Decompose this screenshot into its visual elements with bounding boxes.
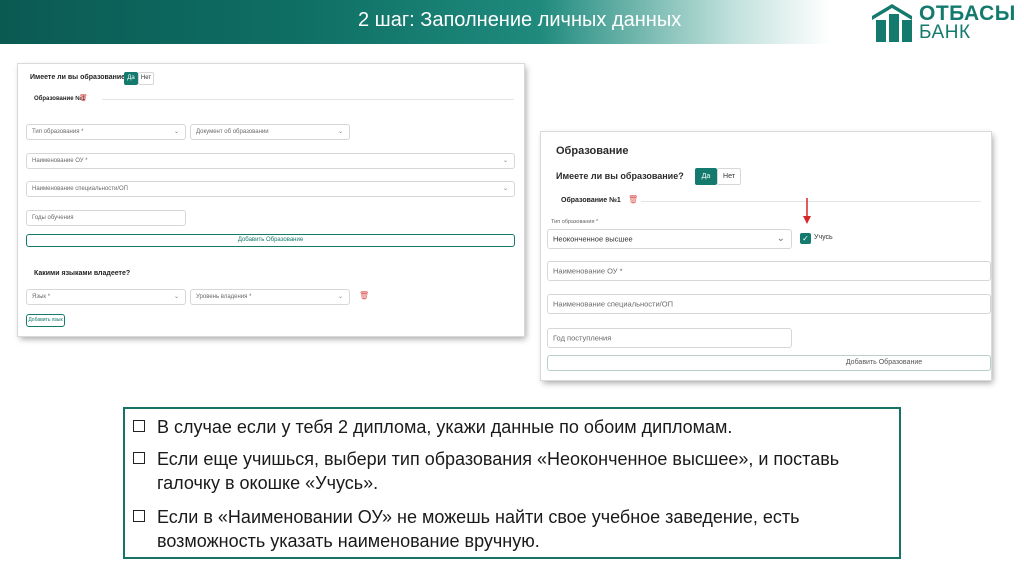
info-bullet-text: Если в «Наименовании ОУ» не можешь найти… [157, 507, 800, 551]
studying-label: Учусь [814, 234, 833, 241]
education-yes-button[interactable]: Да [124, 72, 138, 85]
education-type-select[interactable]: Неоконченное высшее ⌄ [547, 229, 792, 249]
education-no-button[interactable]: Нет [717, 168, 741, 185]
logo-mark-icon [872, 4, 912, 42]
info-bullet-text: Если еще учишься, выбери тип образования… [157, 449, 840, 493]
delete-icon[interactable]: 🗑 [628, 195, 638, 204]
info-bullet: Если в «Наименовании ОУ» не можешь найти… [133, 505, 891, 553]
info-bullet-text: В случае если у тебя 2 диплома, укажи да… [157, 417, 733, 437]
institution-name-select[interactable]: Наименование ОУ * [547, 261, 991, 281]
study-years-input[interactable]: Годы обучения [26, 210, 186, 226]
chevron-down-icon: ⌄ [776, 233, 785, 244]
education-section-label: Образование №1 [34, 96, 86, 102]
chevron-down-icon: ⌄ [173, 294, 179, 300]
studying-checkbox[interactable]: ✓ [800, 233, 811, 244]
logo-line-2: БАНК [919, 22, 971, 43]
admission-year-input[interactable]: Год поступления [547, 328, 792, 348]
proficiency-level-label: Уровень владения * [196, 294, 252, 300]
education-type-caption: Тип образования * [551, 219, 599, 225]
info-bullet: Если еще учишься, выбери тип образования… [133, 447, 891, 495]
delete-icon[interactable]: 🗑 [79, 94, 88, 102]
checkbox-bullet-icon [133, 420, 145, 432]
education-document-select[interactable]: Документ об образовании ⌄ [190, 124, 350, 140]
languages-question: Какими языками владеете? [34, 270, 131, 277]
bank-logo: ОТБАСЫ БАНК [870, 2, 1022, 44]
chevron-down-icon: ⌄ [337, 294, 343, 300]
education-form-screenshot-right: Образование Имеете ли вы образование? Да… [541, 132, 991, 380]
education-question: Имеете ли вы образование? [556, 171, 684, 181]
specialty-name-label: Наименование специальности/ОП [32, 186, 128, 192]
specialty-name-label: Наименование специальности/ОП [553, 299, 673, 309]
chevron-down-icon: ⌄ [173, 129, 179, 135]
add-education-button[interactable]: Добавить Образование [547, 355, 991, 371]
education-document-label: Документ об образовании [196, 129, 269, 135]
section-divider [102, 99, 514, 100]
specialty-name-select[interactable]: Наименование специальности/ОП ⌄ [26, 181, 515, 197]
add-language-button[interactable]: Добавить язык [26, 314, 65, 327]
add-education-button[interactable]: Добавить Образование [26, 234, 515, 247]
chevron-down-icon: ⌄ [502, 158, 508, 164]
add-education-label: Добавить Образование [845, 359, 923, 366]
admission-year-label: Год поступления [553, 333, 612, 343]
specialty-name-select[interactable]: Наименование специальности/ОП [547, 294, 991, 314]
institution-name-label: Наименование ОУ * [32, 158, 88, 164]
education-form-screenshot-left: Имеете ли вы образование? Да Нет Образов… [18, 64, 524, 336]
language-select[interactable]: Язык * ⌄ [26, 289, 186, 305]
info-box: В случае если у тебя 2 диплома, укажи да… [123, 407, 901, 559]
institution-name-select[interactable]: Наименование ОУ * ⌄ [26, 153, 515, 169]
education-title: Образование [556, 145, 629, 157]
delete-language-icon[interactable]: 🗑 [359, 291, 369, 300]
education-yes-button[interactable]: Да [695, 168, 717, 185]
institution-name-label: Наименование ОУ * [553, 266, 623, 276]
info-bullet: В случае если у тебя 2 диплома, укажи да… [133, 415, 891, 439]
language-label: Язык * [32, 294, 51, 300]
education-no-button[interactable]: Нет [138, 72, 154, 85]
education-section-label: Образование №1 [561, 197, 621, 204]
education-question: Имеете ли вы образование? [30, 74, 130, 81]
red-arrow-icon [803, 198, 811, 224]
study-years-label: Годы обучения [32, 215, 74, 221]
education-type-select[interactable]: Тип образования * ⌄ [26, 124, 186, 140]
proficiency-level-select[interactable]: Уровень владения * ⌄ [190, 289, 350, 305]
chevron-down-icon: ⌄ [337, 129, 343, 135]
checkbox-bullet-icon [133, 510, 145, 522]
checkbox-bullet-icon [133, 452, 145, 464]
chevron-down-icon: ⌄ [502, 186, 508, 192]
page-title: 2 шаг: Заполнение личных данных [358, 9, 682, 31]
education-type-value: Неоконченное высшее [553, 234, 633, 244]
education-type-label: Тип образования * [32, 129, 84, 135]
